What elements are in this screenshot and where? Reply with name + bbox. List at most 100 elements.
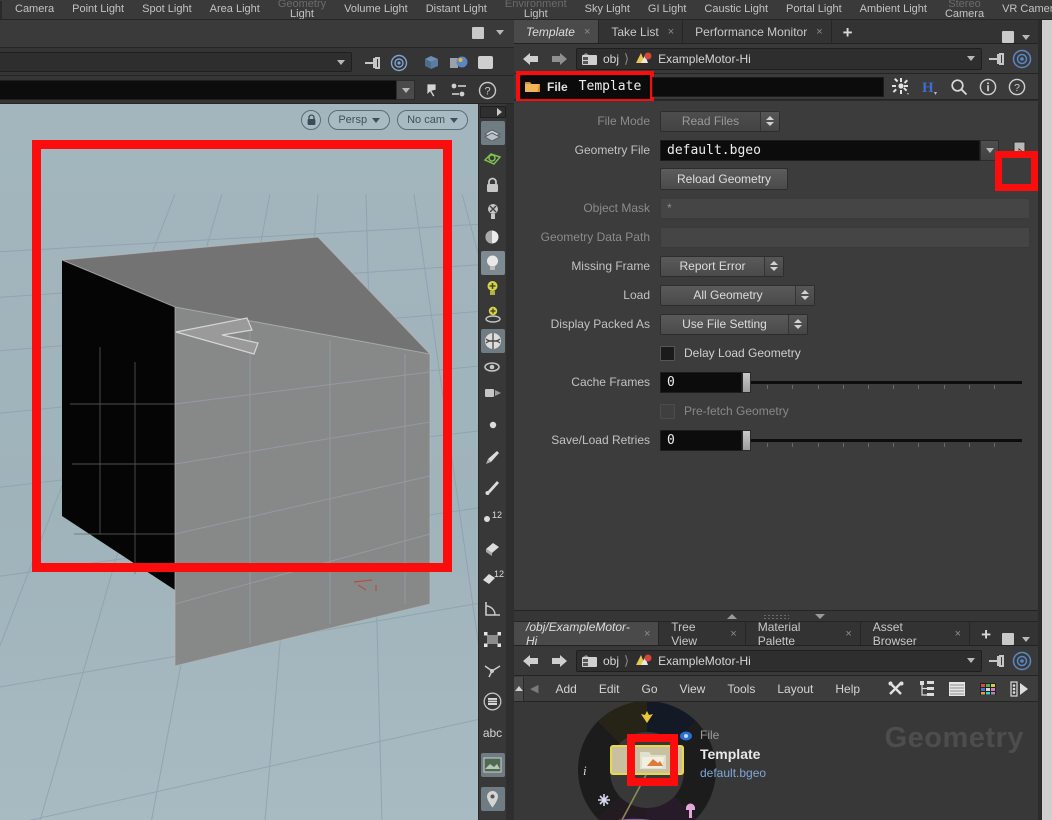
network-target-icon[interactable] [1012,651,1032,671]
network-menu-help[interactable]: Help [824,682,871,696]
add-point-light-icon[interactable] [481,303,505,327]
shelf-item-caustic-light[interactable]: Caustic Light [695,4,777,15]
select-cursor-icon[interactable] [424,82,442,100]
select-mode-icon[interactable] [481,147,505,171]
param-menu-display-packed-as[interactable]: Use File Setting [660,313,808,335]
tools-icon[interactable] [887,680,906,698]
filter-icon[interactable] [1010,680,1030,698]
param-menu-load[interactable]: All Geometry [660,284,815,306]
text-abc-icon[interactable]: abc [481,721,505,745]
param-target-icon[interactable] [1012,49,1032,69]
network-menu-tools[interactable]: Tools [716,682,766,696]
shelf-drag-handle-2[interactable] [1,0,2,19]
snapshot-icon[interactable] [481,381,505,405]
shelf-item-spot-light[interactable]: Spot Light [133,4,201,15]
parameter-tab-performance-monitor[interactable]: Performance Monitor × [683,20,832,43]
parameter-filter-field[interactable] [652,76,884,97]
network-menu-add[interactable]: Add [544,682,587,696]
shading-icon[interactable] [481,225,505,249]
measure-icon[interactable] [481,596,505,620]
tab-close-icon[interactable]: × [955,628,961,640]
help-icon[interactable]: ? [1008,78,1026,96]
origin-axis-icon[interactable] [481,658,505,682]
viewport-scroll-column[interactable] [506,104,514,820]
shelf-item-stereo-camera[interactable]: Stereo Camera [936,0,993,19]
network-pane-menu-chevron-icon[interactable] [1022,636,1030,642]
shelf-item-volume-light[interactable]: Volume Light [335,4,417,15]
network-tab-tree-view[interactable]: Tree View × [659,620,746,648]
gear-icon[interactable] [892,77,910,96]
param-menu-spinner-icon[interactable] [788,314,807,334]
tool-column-scroll-button[interactable] [479,106,506,118]
param-crumb-node[interactable]: ExampleMotor-Hi [658,52,751,66]
point-number-icon[interactable]: 12 [481,505,505,529]
search-icon[interactable] [950,78,968,96]
houdini-h-icon[interactable]: H [921,78,939,96]
target-icon[interactable] [390,54,408,72]
splitter-grip[interactable] [763,613,789,619]
ghost-icon[interactable] [481,199,505,223]
param-input-cache-frames[interactable]: 0 [660,371,742,393]
shelf-item-camera[interactable]: Camera [6,4,63,15]
param-slider-save-load-retries[interactable] [742,429,1022,451]
sort-icon[interactable] [450,82,468,100]
tab-close-icon[interactable]: × [584,26,590,38]
object-box-icon[interactable] [422,54,442,72]
viewport-path-chevron-icon[interactable] [337,60,345,65]
pane-menu-chevron-icon[interactable] [496,30,504,35]
pick-icon[interactable] [481,475,505,499]
paint-icon[interactable] [481,535,505,559]
network-tab--obj-examplemotor-hi[interactable]: /obj/ExampleMotor-Hi × [514,620,660,648]
network-path-chevron-icon[interactable] [967,658,975,663]
param-pin-icon[interactable] [988,52,1006,66]
network-menu-edit[interactable]: Edit [588,682,631,696]
param-input-geometry-file[interactable]: default.bgeo [660,139,980,161]
param-menu-spinner-icon[interactable] [760,111,779,131]
param-pane-menu-chevron-icon[interactable] [1022,34,1030,40]
param-input-geometry-data-path[interactable] [660,226,1030,248]
shelf-item-environment-light[interactable]: Environment Light [496,0,576,19]
display-primitive-icon[interactable] [481,689,505,713]
visualize-icon[interactable] [481,355,505,379]
shelf-item-point-light[interactable]: Point Light [63,4,133,15]
pin-icon[interactable] [364,56,382,70]
network-canvas[interactable]: Geometry i File Template default.bgeo [514,702,1038,820]
param-crumb-root[interactable]: obj [603,52,619,66]
param-input-object-mask[interactable]: * [660,197,1030,219]
brush-icon[interactable] [481,445,505,469]
network-tab-add-button[interactable]: + [970,625,1002,645]
splitter-up-icon[interactable] [727,613,737,619]
hierarchy-icon[interactable] [919,680,935,698]
param-slider-cache-frames[interactable] [742,371,1022,393]
parameter-tab-template[interactable]: Template × [514,20,600,43]
shelf-item-vr-camera[interactable]: VR Camera [993,4,1052,15]
param-checkbox-delay-load-geometry[interactable] [660,345,675,361]
shelf-item-distant-light[interactable]: Distant Light [417,4,496,15]
material-icon[interactable] [448,54,470,72]
tab-close-icon[interactable]: × [816,26,822,38]
viewport-lock-icon[interactable] [301,110,322,130]
network-crumb-root[interactable]: obj [603,654,619,668]
param-back-button[interactable] [520,48,542,70]
marker-pin-icon[interactable] [480,787,505,811]
material-sphere-icon[interactable] [480,329,505,353]
tab-close-icon[interactable]: × [845,628,851,640]
list-icon[interactable] [948,680,966,698]
parameter-tab-take-list[interactable]: Take List × [599,20,684,43]
param-menu-missing-frame[interactable]: Report Error [660,255,784,277]
shelf-item-geometry-light[interactable]: Geometry Light [269,0,335,19]
node-name-field[interactable]: Template [573,78,647,95]
tab-close-icon[interactable]: × [730,628,736,640]
network-back-button[interactable] [520,650,542,672]
network-tab-asset-browser[interactable]: Asset Browser × [861,620,971,648]
network-forward-button[interactable] [548,650,570,672]
param-input-save-load-retries[interactable]: 0 [660,429,742,451]
shelf-item-ambient-light[interactable]: Ambient Light [851,4,936,15]
network-menu-scroll-left-icon[interactable]: ◀ [524,682,544,695]
paint-number-icon[interactable]: 12 [481,565,505,589]
viewport-3d[interactable]: Persp No cam [0,104,478,820]
param-menu-spinner-icon[interactable] [764,256,783,276]
shelf-item-portal-light[interactable]: Portal Light [777,4,851,15]
pane-maximize-icon[interactable] [472,27,484,39]
viewport-view-mode-menu[interactable]: Persp [328,110,391,130]
